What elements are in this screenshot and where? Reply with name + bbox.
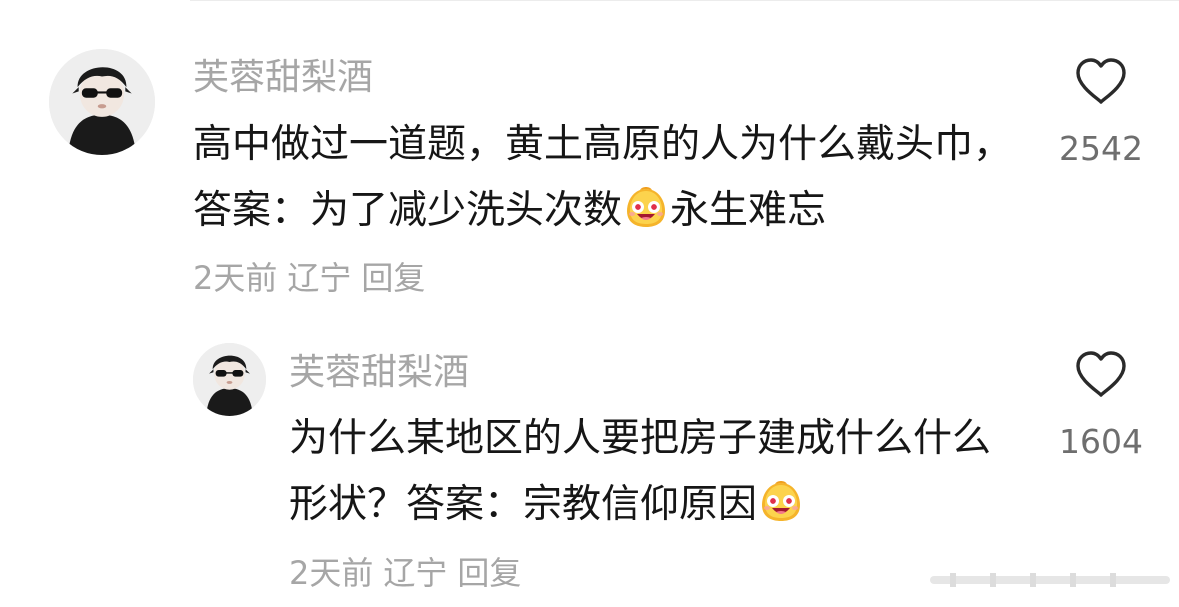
comment-meta: 2天前 辽宁 回复 [289, 555, 531, 591]
comment-time: 2天前 [289, 554, 374, 592]
username[interactable]: 芙蓉甜梨酒 [289, 353, 469, 393]
like-button[interactable]: 2542 [1051, 57, 1151, 169]
comment-text-main: 高中做过一道题，黄土高原的人为什么戴头巾，答案：为了减少洗头次数 [193, 122, 1013, 233]
comment-time: 2天前 [193, 259, 278, 297]
heart-outline-icon [1076, 351, 1126, 397]
comment-item: 芙蓉甜梨酒 高中做过一道题，黄土高原的人为什么戴头巾，答案：为了减少洗头次数 永… [0, 0, 1179, 300]
comment-location: 辽宁 [287, 259, 352, 297]
comment-text-end: 永生难忘 [670, 188, 827, 233]
like-button[interactable]: 1604 [1051, 350, 1151, 462]
comment-text: 高中做过一道题，黄土高原的人为什么戴头巾，答案：为了减少洗头次数 永生难忘 [193, 112, 1023, 244]
comment-text: 为什么某地区的人要把房子建成什么什么形状？答案：宗教信仰原因 [289, 406, 1029, 538]
reply-comment-item: 芙蓉甜梨酒 为什么某地区的人要把房子建成什么什么形状？答案：宗教信仰原因 2天前… [0, 300, 1179, 607]
avatar[interactable] [49, 49, 155, 155]
heart-outline-icon [1076, 58, 1126, 104]
reply-button[interactable]: 回复 [457, 554, 521, 592]
comment-meta: 2天前 辽宁 回复 [193, 260, 435, 296]
reply-button[interactable]: 回复 [361, 259, 425, 297]
laughing-face-emoji [624, 185, 668, 229]
avatar[interactable] [193, 343, 266, 416]
comment-text-main: 为什么某地区的人要把房子建成什么什么形状？答案：宗教信仰原因 [289, 416, 992, 527]
avatar-image [193, 343, 266, 416]
watermark [930, 568, 1170, 590]
laughing-face-emoji [759, 479, 803, 523]
like-count: 2542 [1059, 129, 1143, 168]
avatar-image [49, 49, 155, 155]
comment-location: 辽宁 [383, 554, 448, 592]
username[interactable]: 芙蓉甜梨酒 [193, 58, 373, 98]
like-count: 1604 [1059, 422, 1143, 461]
